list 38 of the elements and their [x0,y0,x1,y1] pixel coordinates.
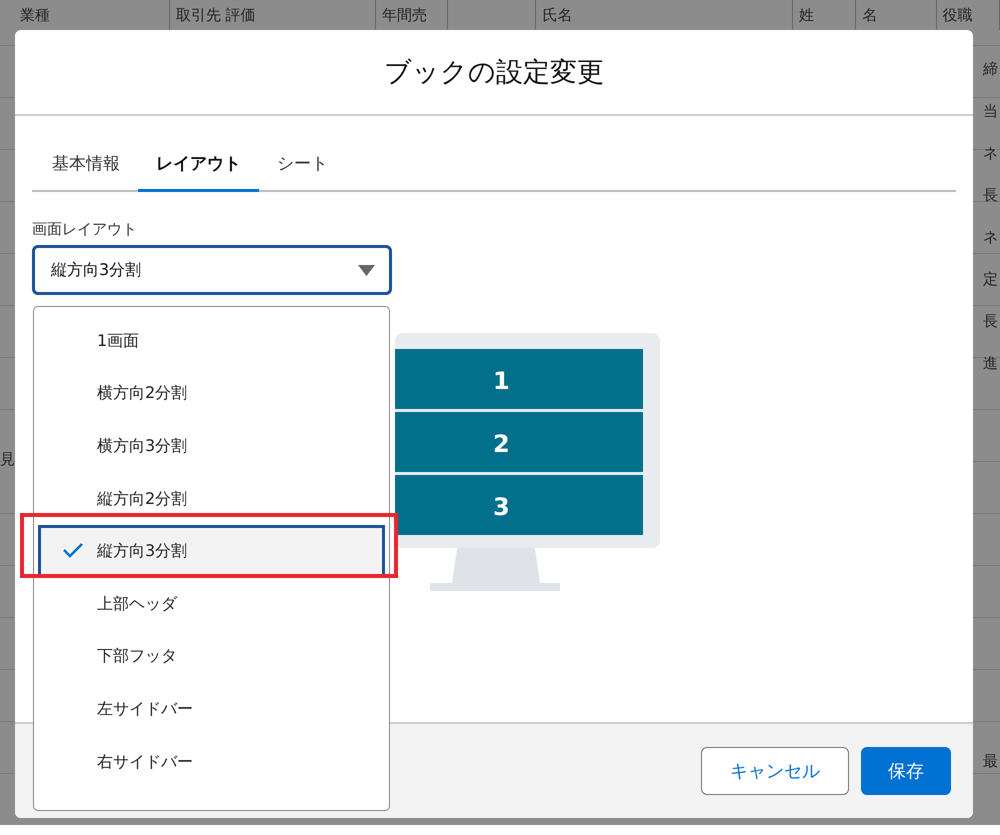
column-label: 役職 [942,6,973,25]
pane-number: 2 [493,430,510,458]
pane-number: 1 [493,367,510,395]
tab[interactable]: 基本情報 [34,144,138,192]
table-cell-text: 進 [982,353,999,374]
menu-option[interactable]: 右サイドバー [38,736,385,788]
menu-option[interactable]: 下部フッタ [38,630,385,684]
table-cell-text: 締 [982,59,999,80]
table-cell-text: 長 [982,311,999,332]
column-label: 氏名 [542,6,572,25]
dialog-title: ブックの設定変更 [15,30,973,116]
menu-option[interactable]: 横方向3分割 [38,420,385,473]
table-cell-text: 当 [982,101,999,122]
column-label: 取引先 評価 [176,6,256,25]
column-label: 年間売 [382,6,427,25]
check-icon [63,542,83,558]
menu-option[interactable]: 上部ヘッダ [38,578,385,631]
save-button[interactable]: 保存 [861,747,951,795]
caret-icon [358,264,375,276]
column-label: 業種 [20,6,50,25]
table-cell: 見 [0,450,16,469]
menu-option[interactable]: 横方向2分割 [38,368,385,420]
field-label: 画面レイアウト [32,220,138,239]
tab[interactable]: シート [259,144,346,192]
cancel-button[interactable]: キャンセル [701,747,849,795]
column-label: 名 [862,6,878,25]
table-cell-text: 定 [982,269,999,290]
column-label: 姓 [798,6,814,25]
menu-option[interactable]: 左サイドバー [38,683,385,736]
table-cell: 最 [983,752,998,771]
tab[interactable]: レイアウト [138,144,259,192]
menu-option[interactable]: 縦方向2分割 [38,472,385,526]
pane-number: 3 [493,493,510,521]
table-cell-text: ネ [982,227,999,248]
menu-option[interactable]: 1画面 [38,315,385,368]
layout-select[interactable]: 縦方向3分割 [32,245,392,295]
table-cell-text: ネ [982,143,999,164]
table-cell-text: 長 [982,185,999,206]
